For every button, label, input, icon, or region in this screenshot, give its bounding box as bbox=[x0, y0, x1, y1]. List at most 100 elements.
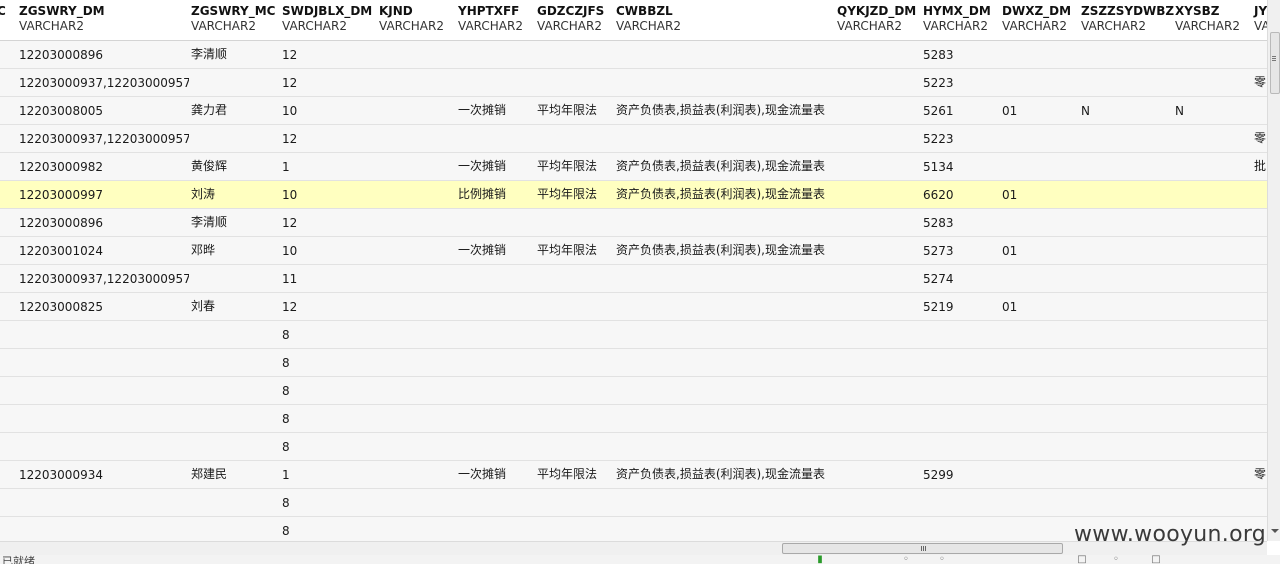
cell-yhptxff[interactable]: 比例摊销 bbox=[458, 187, 506, 201]
cell-zgswry_dm[interactable]: 12203000825 bbox=[19, 300, 103, 314]
cell-swdjblx_dm[interactable]: 8 bbox=[282, 524, 290, 538]
cell-dwxz_dm[interactable]: 01 bbox=[1002, 244, 1017, 258]
cell-gdzczjfs[interactable]: 平均年限法 bbox=[537, 187, 597, 201]
cell-swdjblx_dm[interactable]: 10 bbox=[282, 188, 297, 202]
cell-swdjblx_dm[interactable]: 12 bbox=[282, 76, 297, 90]
column-header-dwxz_dm[interactable]: DWXZ_DM VARCHAR2 bbox=[1002, 4, 1071, 34]
cell-zgswry_dm[interactable]: 12203001024 bbox=[19, 244, 103, 258]
column-header-jy[interactable]: JY VA bbox=[1254, 4, 1267, 34]
cell-gdzczjfs[interactable]: 平均年限法 bbox=[537, 103, 597, 117]
cell-hymx_dm[interactable]: 5283 bbox=[923, 48, 954, 62]
cell-dwxz_dm[interactable]: 01 bbox=[1002, 104, 1017, 118]
table-row[interactable]: 12203000825 刘春 12 5219 01 bbox=[0, 293, 1267, 321]
cell-swdjblx_dm[interactable]: 8 bbox=[282, 356, 290, 370]
cell-swdjblx_dm[interactable]: 8 bbox=[282, 496, 290, 510]
cell-zgswry_mc[interactable]: 刘春 bbox=[191, 299, 215, 313]
column-header-zgswry_dm[interactable]: ZGSWRY_DM VARCHAR2 bbox=[19, 4, 105, 34]
cell-zgswry_mc[interactable]: 刘涛 bbox=[191, 187, 215, 201]
cell-zszzsydwbz[interactable]: N bbox=[1081, 104, 1090, 118]
column-header-zgswry_mc[interactable]: ZGSWRY_MC VARCHAR2 bbox=[191, 4, 275, 34]
cell-zgswry_dm[interactable]: 12203000896 bbox=[19, 48, 103, 62]
cell-yhptxff[interactable]: 一次摊销 bbox=[458, 467, 506, 481]
cell-hymx_dm[interactable]: 5274 bbox=[923, 272, 954, 286]
cell-swdjblx_dm[interactable]: 12 bbox=[282, 216, 297, 230]
cell-zgswry_mc[interactable]: 黄俊辉 bbox=[191, 159, 227, 173]
table-row[interactable]: 8 bbox=[0, 405, 1267, 433]
cell-xysbz[interactable]: N bbox=[1175, 104, 1184, 118]
cell-yhptxff[interactable]: 一次摊销 bbox=[458, 243, 506, 257]
cell-hymx_dm[interactable]: 6620 bbox=[923, 188, 954, 202]
vertical-scrollbar[interactable] bbox=[1267, 0, 1280, 541]
cell-zgswry_dm[interactable]: 12203000982 bbox=[19, 160, 103, 174]
table-row[interactable]: 12203000934 郑建民 1 一次摊销 平均年限法 资产负债表,损益表(利润表),现… bbox=[0, 461, 1267, 489]
column-header-zszzsydwbz[interactable]: ZSZZSYDWBZ VARCHAR2 bbox=[1081, 4, 1174, 34]
table-row[interactable]: 12203000937,12203000957 12 5223 零 bbox=[0, 125, 1267, 153]
cell-jy[interactable]: 批 bbox=[1254, 159, 1266, 173]
cell-jy[interactable]: 零 bbox=[1254, 131, 1266, 145]
column-header-cwbbzl[interactable]: CWBBZL VARCHAR2 bbox=[616, 4, 681, 34]
cell-zgswry_dm[interactable]: 12203000937,12203000957 bbox=[19, 272, 189, 286]
column-header-swdjblx_dm[interactable]: SWDJBLX_DM VARCHAR2 bbox=[282, 4, 372, 34]
cell-zgswry_mc[interactable]: 邓晔 bbox=[191, 243, 215, 257]
cell-zgswry_mc[interactable]: 龚力君 bbox=[191, 103, 227, 117]
cell-hymx_dm[interactable]: 5261 bbox=[923, 104, 954, 118]
table-row[interactable]: 12203000896 李清顺 12 5283 bbox=[0, 41, 1267, 69]
cell-zgswry_dm[interactable]: 12203000934 bbox=[19, 468, 103, 482]
table-row[interactable]: 8 bbox=[0, 349, 1267, 377]
column-header-kjnd[interactable]: KJND VARCHAR2 bbox=[379, 4, 444, 34]
table-row[interactable]: 12203000896 李清顺 12 5283 bbox=[0, 209, 1267, 237]
cell-gdzczjfs[interactable]: 平均年限法 bbox=[537, 243, 597, 257]
cell-zgswry_dm[interactable]: 12203000937,12203000957 bbox=[19, 132, 189, 146]
table-row[interactable]: 12203000997 刘涛 10 比例摊销 平均年限法 资产负债表,损益表(利润表),现… bbox=[0, 181, 1267, 209]
cell-zgswry_mc[interactable]: 郑建民 bbox=[191, 467, 227, 481]
cell-zgswry_mc[interactable]: 李清顺 bbox=[191, 47, 227, 61]
table-row[interactable]: 8 bbox=[0, 377, 1267, 405]
cell-hymx_dm[interactable]: 5283 bbox=[923, 216, 954, 230]
cell-cwbbzl[interactable]: 资产负债表,损益表(利润表),现金流量表 bbox=[616, 467, 825, 481]
cell-swdjblx_dm[interactable]: 11 bbox=[282, 272, 297, 286]
table-row[interactable]: 8 bbox=[0, 321, 1267, 349]
cell-zgswry_dm[interactable]: 12203000937,12203000957 bbox=[19, 76, 189, 90]
cell-jy[interactable]: 零 bbox=[1254, 75, 1266, 89]
cell-cwbbzl[interactable]: 资产负债表,损益表(利润表),现金流量表 bbox=[616, 103, 825, 117]
cell-swdjblx_dm[interactable]: 8 bbox=[282, 384, 290, 398]
vertical-scrollbar-thumb[interactable] bbox=[1270, 32, 1280, 94]
cell-cwbbzl[interactable]: 资产负债表,损益表(利润表),现金流量表 bbox=[616, 243, 825, 257]
cell-yhptxff[interactable]: 一次摊销 bbox=[458, 159, 506, 173]
cell-hymx_dm[interactable]: 5223 bbox=[923, 132, 954, 146]
cell-hymx_dm[interactable]: 5134 bbox=[923, 160, 954, 174]
cell-swdjblx_dm[interactable]: 8 bbox=[282, 440, 290, 454]
column-header-hymx_dm[interactable]: HYMX_DM VARCHAR2 bbox=[923, 4, 991, 34]
horizontal-scrollbar-thumb[interactable] bbox=[782, 543, 1063, 554]
cell-gdzczjfs[interactable]: 平均年限法 bbox=[537, 467, 597, 481]
cell-yhptxff[interactable]: 一次摊销 bbox=[458, 103, 506, 117]
cell-swdjblx_dm[interactable]: 12 bbox=[282, 300, 297, 314]
data-grid[interactable]: C ZGSWRY_DM VARCHAR2 ZGSWRY_MC VARCHAR2 SWDJB… bbox=[0, 0, 1267, 541]
cell-dwxz_dm[interactable]: 01 bbox=[1002, 188, 1017, 202]
cell-swdjblx_dm[interactable]: 10 bbox=[282, 104, 297, 118]
cell-swdjblx_dm[interactable]: 10 bbox=[282, 244, 297, 258]
cell-swdjblx_dm[interactable]: 12 bbox=[282, 132, 297, 146]
cell-cwbbzl[interactable]: 资产负债表,损益表(利润表),现金流量表 bbox=[616, 187, 825, 201]
cell-hymx_dm[interactable]: 5219 bbox=[923, 300, 954, 314]
cell-hymx_dm[interactable]: 5223 bbox=[923, 76, 954, 90]
cell-zgswry_dm[interactable]: 12203000997 bbox=[19, 188, 103, 202]
cell-zgswry_dm[interactable]: 12203008005 bbox=[19, 104, 103, 118]
cell-jy[interactable]: 零 bbox=[1254, 467, 1266, 481]
table-row[interactable]: 12203000982 黄俊辉 1 一次摊销 平均年限法 资产负债表,损益表(利润表),现… bbox=[0, 153, 1267, 181]
cell-swdjblx_dm[interactable]: 8 bbox=[282, 328, 290, 342]
cell-hymx_dm[interactable]: 5273 bbox=[923, 244, 954, 258]
table-row[interactable]: 12203008005 龚力君 10 一次摊销 平均年限法 资产负债表,损益表(利润表),… bbox=[0, 97, 1267, 125]
table-row[interactable]: 12203000937,12203000957 12 5223 零 bbox=[0, 69, 1267, 97]
column-header-gdzczjfs[interactable]: GDZCZJFS VARCHAR2 bbox=[537, 4, 604, 34]
cell-gdzczjfs[interactable]: 平均年限法 bbox=[537, 159, 597, 173]
column-header-xysbz[interactable]: XYSBZ VARCHAR2 bbox=[1175, 4, 1240, 34]
column-header-qykjzd_dm[interactable]: QYKJZD_DM VARCHAR2 bbox=[837, 4, 916, 34]
cell-hymx_dm[interactable]: 5299 bbox=[923, 468, 954, 482]
cell-zgswry_dm[interactable]: 12203000896 bbox=[19, 216, 103, 230]
cell-swdjblx_dm[interactable]: 8 bbox=[282, 412, 290, 426]
table-row[interactable]: 8 bbox=[0, 433, 1267, 461]
column-header-c[interactable]: C bbox=[0, 4, 6, 19]
table-row[interactable]: 8 bbox=[0, 489, 1267, 517]
cell-swdjblx_dm[interactable]: 12 bbox=[282, 48, 297, 62]
